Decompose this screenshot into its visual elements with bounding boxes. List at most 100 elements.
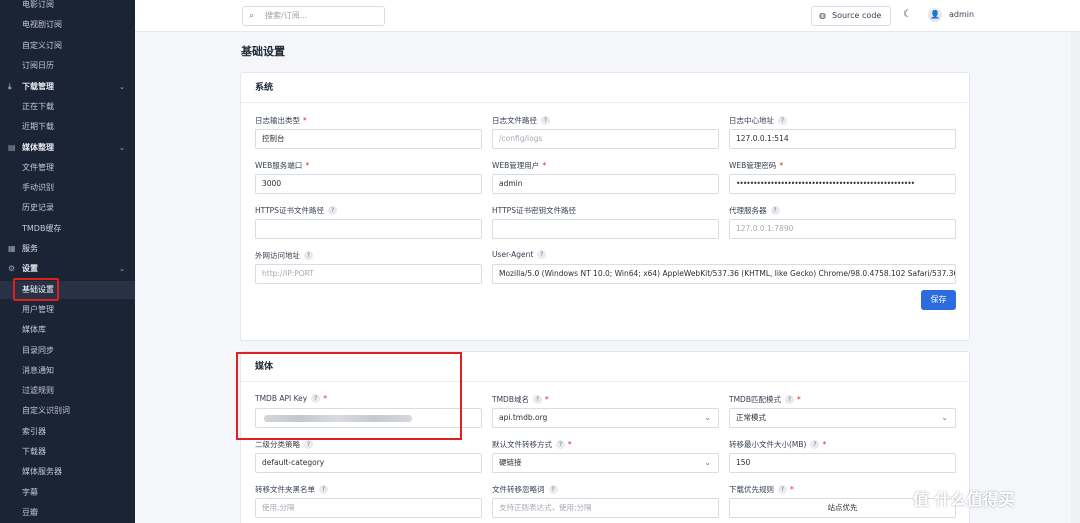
sidebar-group-settings[interactable]: ⚙ 设置 ⌄ bbox=[0, 260, 135, 278]
help-icon[interactable]: ? bbox=[537, 250, 547, 259]
required-mark: * bbox=[305, 161, 310, 170]
ignore-input[interactable]: 支持正则表达式，使用;分隔 bbox=[492, 498, 719, 518]
tmdb-match-select[interactable]: 正常模式 ⌄ bbox=[729, 408, 956, 428]
chevron-down-icon: ⌄ bbox=[704, 458, 711, 467]
save-button[interactable]: 保存 bbox=[921, 290, 956, 310]
transfer-mode-select[interactable]: 硬链接 ⌄ bbox=[492, 453, 719, 473]
scrollbar[interactable] bbox=[1071, 32, 1080, 523]
sidebar-item-tmdb-cache[interactable]: TMDB缓存 bbox=[0, 220, 135, 238]
help-icon[interactable]: ? bbox=[778, 116, 787, 125]
label-text: WEB管理用户 bbox=[492, 161, 540, 170]
sidebar-group-services[interactable]: ▦ 服务 bbox=[0, 240, 135, 258]
help-icon[interactable]: ? bbox=[778, 485, 787, 494]
label-text: 日志中心地址 bbox=[729, 116, 774, 125]
search-input[interactable]: ⌕ 搜索/订阅... bbox=[242, 6, 385, 26]
sidebar-item-label: 电影订阅 bbox=[22, 0, 54, 9]
topbar: ⌕ 搜索/订阅... ◍ Source code ☾ 👤 admin bbox=[135, 0, 1080, 32]
min-size-input[interactable]: 150 bbox=[729, 453, 956, 473]
sidebar-item-label: TMDB缓存 bbox=[22, 224, 62, 233]
source-code-button[interactable]: ◍ Source code bbox=[811, 6, 891, 26]
sidebar-item-label: 订阅日历 bbox=[22, 61, 54, 70]
sidebar-item-custom-subscribe[interactable]: 自定义订阅 bbox=[0, 37, 135, 55]
sidebar-item-custom-words[interactable]: 自定义识别词 bbox=[0, 402, 135, 420]
sidebar-item-history[interactable]: 历史记录 bbox=[0, 199, 135, 217]
label-text: 转移最小文件大小(MB) bbox=[729, 440, 807, 449]
input-placeholder: 使用;分隔 bbox=[262, 503, 295, 512]
blacklist-input[interactable]: 使用;分隔 bbox=[255, 498, 482, 518]
help-icon[interactable]: ? bbox=[541, 116, 550, 125]
help-icon[interactable]: ? bbox=[532, 395, 542, 404]
sidebar-item-user-manage[interactable]: 用户管理 bbox=[0, 301, 135, 319]
web-port-input[interactable]: 3000 bbox=[255, 174, 482, 194]
highlight-annotation bbox=[13, 278, 59, 301]
log-path-label: 日志文件路径? bbox=[492, 115, 550, 126]
web-user-label: WEB管理用户 * bbox=[492, 160, 546, 171]
sidebar-group-download[interactable]: ⤓ 下载管理 ⌄ bbox=[0, 78, 135, 96]
input-value: admin bbox=[499, 179, 523, 188]
help-icon[interactable]: ? bbox=[784, 395, 794, 404]
sidebar-item-douban[interactable]: 豆瓣 bbox=[0, 504, 135, 522]
label-text: 二级分类策略 bbox=[255, 440, 300, 449]
help-icon[interactable]: ? bbox=[556, 440, 565, 449]
sidebar-item-downloading[interactable]: 正在下载 bbox=[0, 98, 135, 116]
label-text: 转移文件夹黑名单 bbox=[255, 485, 315, 494]
chevron-down-icon: ⌄ bbox=[119, 265, 125, 273]
sidebar-item-media-library[interactable]: 媒体库 bbox=[0, 321, 135, 339]
highlight-annotation bbox=[236, 352, 462, 440]
log-path-input[interactable]: /config/logs bbox=[492, 129, 719, 149]
proxy-input[interactable]: 127.0.0.1:7890 bbox=[729, 219, 956, 239]
sidebar-item-recent-download[interactable]: 近期下载 bbox=[0, 118, 135, 136]
https-cert-input[interactable] bbox=[255, 219, 482, 239]
sidebar-group-media[interactable]: ▤ 媒体整理 ⌄ bbox=[0, 139, 135, 157]
select-value: 正常模式 bbox=[736, 413, 766, 422]
ext-addr-input[interactable]: http://IP:PORT bbox=[255, 264, 482, 284]
ignore-label: 文件转移忽略词? bbox=[492, 484, 558, 495]
help-icon[interactable]: ? bbox=[810, 440, 820, 449]
help-icon[interactable]: ? bbox=[304, 440, 313, 449]
sidebar-item-label: 自定义订阅 bbox=[22, 41, 62, 50]
user-name[interactable]: admin bbox=[949, 10, 974, 19]
help-icon[interactable]: ? bbox=[327, 206, 337, 215]
https-key-input[interactable] bbox=[492, 219, 719, 239]
sidebar-item-label: 过滤规则 bbox=[22, 386, 54, 395]
sidebar-item-notification[interactable]: 消息通知 bbox=[0, 362, 135, 380]
sidebar-item-dir-sync[interactable]: 目录同步 bbox=[0, 342, 135, 360]
sidebar-item-subscribe-calendar[interactable]: 订阅日历 bbox=[0, 57, 135, 75]
sidebar: 电影订阅 电视剧订阅 自定义订阅 订阅日历 ⤓ 下载管理 ⌄ 正在下载 近期下载 ▤… bbox=[0, 0, 135, 523]
log-type-select[interactable]: 控制台 bbox=[255, 129, 482, 149]
ua-input[interactable]: Mozilla/5.0 (Windows NT 10.0; Win64; x64… bbox=[492, 264, 956, 284]
help-icon[interactable]: ? bbox=[548, 485, 558, 494]
sidebar-item-media-server[interactable]: 媒体服务器 bbox=[0, 463, 135, 481]
moon-icon[interactable]: ☾ bbox=[903, 9, 912, 20]
sidebar-item-file-manager[interactable]: 文件管理 bbox=[0, 159, 135, 177]
sidebar-item-label: 服务 bbox=[22, 244, 38, 253]
input-value: Mozilla/5.0 (Windows NT 10.0; Win64; x64… bbox=[499, 269, 956, 278]
label-text: 代理服务器 bbox=[729, 206, 767, 215]
sidebar-item-indexer[interactable]: 索引器 bbox=[0, 423, 135, 441]
web-user-input[interactable]: admin bbox=[492, 174, 719, 194]
sidebar-item-downloader[interactable]: 下载器 bbox=[0, 443, 135, 461]
help-icon[interactable]: ? bbox=[319, 485, 328, 494]
input-placeholder: 127.0.0.1:7890 bbox=[736, 224, 794, 233]
sidebar-item-label: 设置 bbox=[22, 264, 38, 273]
label-text: HTTPS证书密钥文件路径 bbox=[492, 206, 576, 215]
transfer-mode-label: 默认文件转移方式? * bbox=[492, 439, 572, 450]
log-type-label: 日志输出类型 * bbox=[255, 115, 307, 126]
sidebar-item-filter-rules[interactable]: 过滤规则 bbox=[0, 382, 135, 400]
input-value: 3000 bbox=[262, 179, 282, 188]
tmdb-domain-select[interactable]: api.tmdb.org ⌄ bbox=[492, 408, 719, 428]
input-placeholder: /config/logs bbox=[499, 134, 543, 143]
sidebar-item-label: 下载器 bbox=[22, 447, 46, 456]
sidebar-item-movie-subscribe[interactable]: 电影订阅 bbox=[0, 0, 135, 14]
sidebar-item-label: 索引器 bbox=[22, 427, 46, 436]
help-icon[interactable]: ? bbox=[770, 206, 780, 215]
web-pass-input[interactable]: ••••••••••••••••••••••••••••••••••••••••… bbox=[729, 174, 956, 194]
category-input[interactable]: default-category bbox=[255, 453, 482, 473]
sidebar-item-label: 媒体库 bbox=[22, 325, 46, 334]
avatar[interactable]: 👤 bbox=[928, 8, 942, 22]
log-center-input[interactable]: 127.0.0.1:514 bbox=[729, 129, 956, 149]
sidebar-item-subtitle[interactable]: 字幕 bbox=[0, 484, 135, 502]
help-icon[interactable]: ? bbox=[304, 251, 313, 260]
sidebar-item-tv-subscribe[interactable]: 电视剧订阅 bbox=[0, 16, 135, 34]
sidebar-item-manual-identify[interactable]: 手动识别 bbox=[0, 179, 135, 197]
